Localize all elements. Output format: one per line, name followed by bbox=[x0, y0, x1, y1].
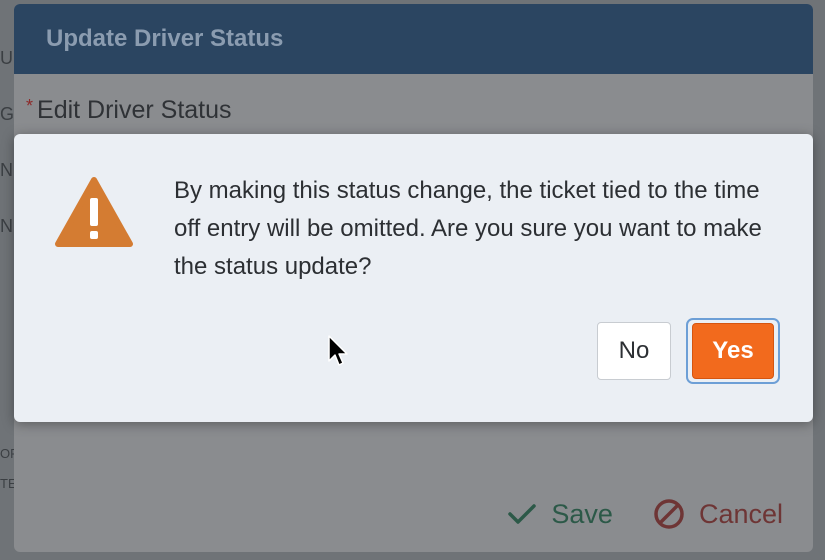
background-fragment: N bbox=[0, 216, 13, 236]
cancel-button[interactable]: Cancel bbox=[653, 498, 783, 530]
warning-triangle-icon bbox=[55, 177, 133, 247]
mouse-pointer-icon bbox=[328, 335, 348, 366]
required-marker: * bbox=[26, 96, 34, 116]
confirm-dialog: By making this status change, the ticket… bbox=[14, 134, 813, 422]
edit-driver-status-label: Edit Driver Status bbox=[37, 96, 232, 124]
save-button[interactable]: Save bbox=[507, 499, 613, 530]
background-fragment: G bbox=[0, 104, 15, 124]
edit-driver-status-field: * Edit Driver Status bbox=[26, 96, 232, 125]
save-label: Save bbox=[551, 498, 613, 529]
confirm-message: By making this status change, the ticket… bbox=[174, 177, 762, 280]
background-fragment: U bbox=[0, 48, 13, 68]
checkmark-icon bbox=[508, 504, 537, 524]
background-fragment: N bbox=[0, 160, 13, 180]
cancel-label: Cancel bbox=[698, 498, 783, 529]
no-entry-icon bbox=[654, 499, 684, 529]
modal-header: Update Driver Status bbox=[14, 4, 813, 74]
yes-button[interactable]: Yes bbox=[692, 323, 774, 379]
modal-footer: Save Cancel bbox=[507, 498, 783, 530]
modal-title: Update Driver Status bbox=[46, 25, 284, 52]
no-button[interactable]: No bbox=[597, 322, 671, 380]
